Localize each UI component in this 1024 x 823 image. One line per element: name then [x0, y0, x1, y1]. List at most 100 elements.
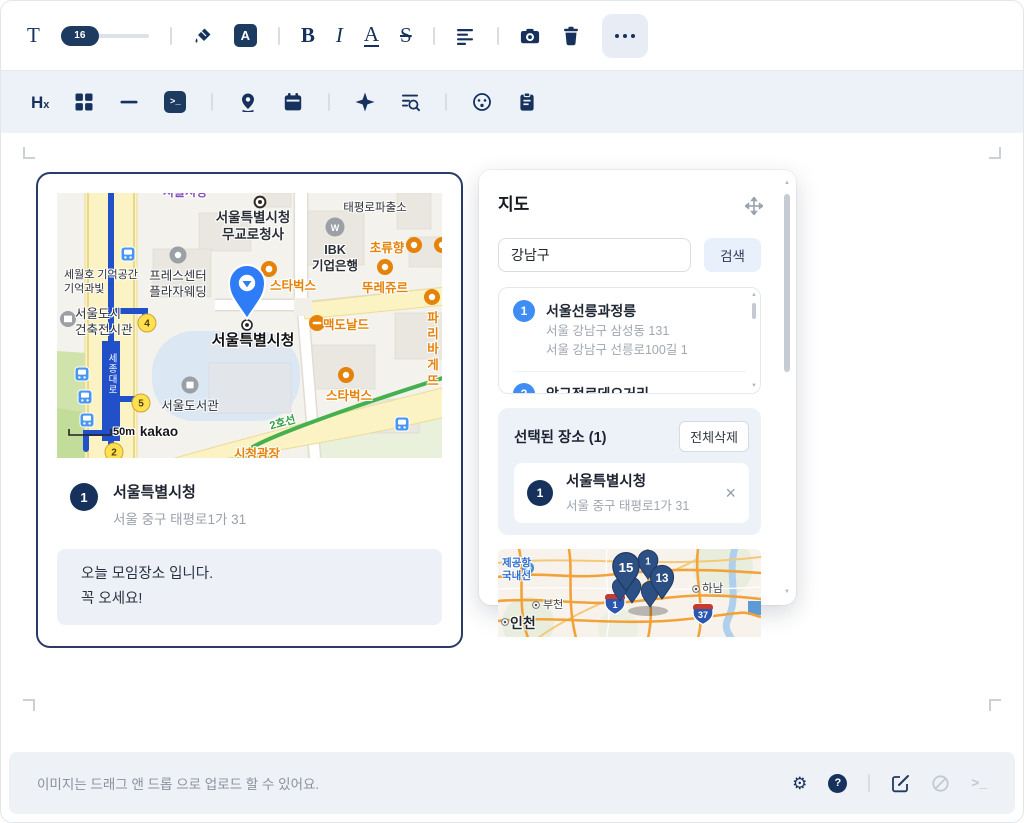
svg-text:2: 2: [111, 448, 117, 458]
calendar-icon[interactable]: [283, 92, 303, 112]
scroll-down-icon[interactable]: ▼: [751, 383, 757, 389]
heading-x: x: [43, 99, 49, 111]
kakao-map[interactable]: W: [57, 193, 442, 458]
search-button[interactable]: 검색: [704, 238, 761, 272]
scroll-up-icon[interactable]: ▲: [751, 292, 757, 298]
map-label: 서울도서관: [161, 399, 219, 415]
divider: [278, 27, 280, 45]
italic-button[interactable]: I: [336, 25, 343, 46]
camera-icon[interactable]: [520, 26, 540, 46]
panel-scrollbar[interactable]: ▲ ▼: [783, 180, 791, 595]
place-address: 서울 중구 태평로1가 31: [113, 508, 246, 528]
svg-text:1: 1: [612, 600, 617, 610]
place-name: 서울특별시청: [113, 483, 246, 503]
underline-button[interactable]: A: [364, 24, 379, 47]
canvas-corner-mark: [989, 699, 1001, 711]
panel-scrollbar-thumb[interactable]: [784, 194, 790, 372]
more-options-button[interactable]: [602, 14, 648, 58]
result-address: 서울 강남구 삼성동 131: [546, 322, 688, 341]
spellcheck-disabled-icon[interactable]: [931, 774, 950, 793]
search-list-icon[interactable]: [400, 92, 420, 112]
format-toolbar: T 16 A B I A S: [1, 1, 1023, 70]
place-note[interactable]: 오늘 모임장소 입니다. 꼭 오세요!: [57, 549, 442, 625]
minimap-label: 하남: [702, 582, 723, 596]
map-label: 파리바게뜨: [427, 311, 439, 389]
scroll-down-icon[interactable]: ▼: [783, 589, 791, 595]
slider-track[interactable]: [91, 34, 149, 38]
search-results-list[interactable]: 1 서울선릉과정릉 서울 강남구 삼성동 131 서울 강남구 선릉로100길 …: [498, 287, 761, 394]
divider: [868, 774, 870, 792]
map-label: 서울도시 건축전시관: [75, 307, 133, 338]
bus-stop-badge: 4: [138, 314, 156, 332]
editor-canvas[interactable]: W: [1, 133, 1023, 744]
minimap-label: 부천: [543, 599, 563, 613]
widget-title: 지도: [498, 190, 761, 215]
spot-markers: [255, 197, 266, 208]
divider: [328, 93, 330, 111]
search-result-item[interactable]: 2 압구정로데오거리: [513, 371, 746, 394]
highlight-bucket-icon[interactable]: [193, 26, 213, 46]
strikethrough-button[interactable]: S: [400, 25, 412, 46]
font-color-icon[interactable]: A: [234, 24, 257, 47]
heading-h: H: [31, 93, 43, 112]
help-icon[interactable]: ?: [828, 774, 847, 793]
map-label: 태평로파출소: [343, 201, 406, 215]
map-label: IBK 기업은행: [312, 243, 358, 274]
overview-minimap[interactable]: 1 37 1: [498, 549, 761, 637]
map-label: 서울특별시청 무교로청사: [216, 210, 291, 244]
move-handle-icon[interactable]: [745, 197, 763, 215]
status-bar: 이미지는 드래그 앤 드롭 으로 업로드 할 수 있어요. ⚙ ? >_: [9, 752, 1015, 814]
place-number-badge: 1: [70, 483, 98, 511]
canvas-corner-mark: [989, 147, 1001, 159]
bold-button[interactable]: B: [301, 25, 315, 46]
map-label: 세종대로: [105, 353, 117, 395]
map-label: kakao: [140, 424, 178, 441]
emoji-icon[interactable]: [472, 92, 492, 112]
search-input[interactable]: [498, 238, 691, 272]
search-result-item[interactable]: 1 서울선릉과정릉 서울 강남구 삼성동 131 서울 강남구 선릉로100길 …: [513, 300, 746, 360]
map-pin-icon[interactable]: [238, 92, 258, 112]
svg-text:5: 5: [138, 399, 144, 410]
map-label: 서울특별시청: [212, 332, 295, 351]
trash-icon[interactable]: [561, 26, 581, 46]
align-left-icon[interactable]: [456, 26, 476, 46]
result-road-address: 서울 강남구 선릉로100길 1: [546, 341, 688, 360]
result-name: 서울선릉과정릉: [546, 300, 688, 322]
font-size-value[interactable]: 16: [61, 26, 99, 46]
sparkle-icon[interactable]: [355, 92, 375, 112]
map-label: 스타벅스: [326, 389, 372, 405]
selected-places-section: 선택된 장소 (1) 전체삭제 1 서울특별시청 서울 중구 태평로1가 31 …: [498, 408, 761, 535]
clipboard-icon[interactable]: [517, 92, 537, 112]
svg-text:15: 15: [619, 560, 634, 575]
results-scrollbar-thumb[interactable]: [752, 303, 756, 319]
selected-place-card[interactable]: 1 서울특별시청 서울 중구 태평로1가 31 ×: [514, 463, 749, 523]
clear-all-button[interactable]: 전체삭제: [679, 421, 749, 452]
remove-place-icon[interactable]: ×: [725, 484, 736, 502]
edit-note-icon[interactable]: [891, 774, 910, 793]
canvas-corner-mark: [23, 147, 35, 159]
svg-text:1: 1: [645, 557, 651, 568]
svg-text:W: W: [331, 223, 340, 233]
divider: [445, 93, 447, 111]
map-label: 50m: [113, 426, 135, 440]
text-tool-icon[interactable]: T: [27, 25, 40, 46]
results-scrollbar[interactable]: ▲ ▼: [751, 292, 757, 389]
map-label: 초류향: [370, 241, 405, 257]
bus-stop-badge: 2: [105, 443, 123, 458]
settings-gear-icon[interactable]: ⚙: [792, 775, 807, 792]
selected-place-address: 서울 중구 태평로1가 31: [566, 495, 689, 514]
console-prompt-icon[interactable]: >_: [971, 776, 987, 791]
divider: [497, 27, 499, 45]
horizontal-rule-icon[interactable]: [119, 92, 139, 112]
font-size-slider[interactable]: 16: [61, 26, 149, 46]
status-message: 이미지는 드래그 앤 드롭 으로 업로드 할 수 있어요.: [37, 773, 319, 793]
bus-stop-badge: 5: [132, 394, 150, 412]
code-block-icon[interactable]: >_: [164, 91, 186, 113]
map-label: 뚜레쥬르: [362, 281, 408, 297]
result-number-badge: 2: [513, 383, 535, 394]
map-block-card[interactable]: W: [36, 172, 463, 648]
scroll-up-icon[interactable]: ▲: [783, 180, 791, 186]
heading-button[interactable]: Hx: [31, 94, 49, 111]
blocks-grid-icon[interactable]: [74, 92, 94, 112]
divider: [433, 27, 435, 45]
